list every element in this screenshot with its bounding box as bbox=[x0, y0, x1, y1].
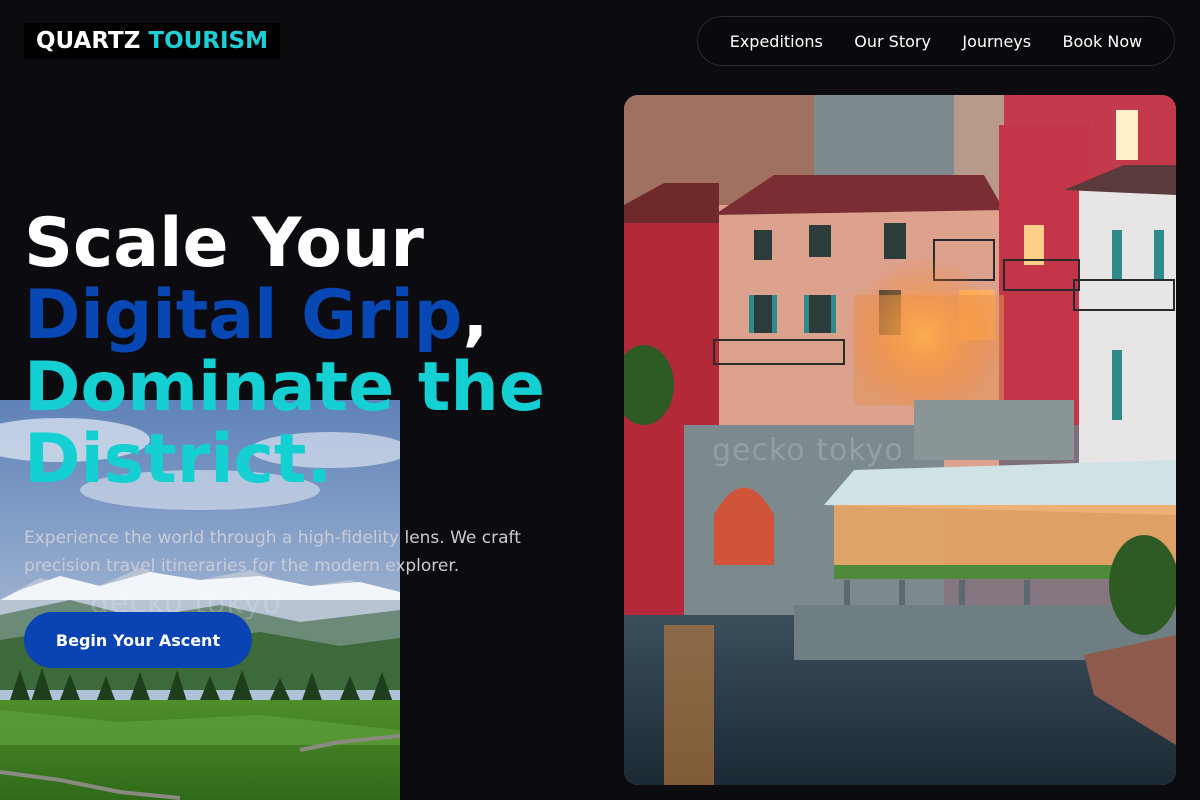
main-nav: Expeditions Our Story Journeys Book Now bbox=[697, 16, 1175, 66]
headline-line-2: Digital Grip bbox=[24, 276, 463, 355]
begin-ascent-button[interactable]: Begin Your Ascent bbox=[24, 612, 252, 668]
hero-headline: Scale Your Digital Grip, Dominate the Di… bbox=[24, 208, 545, 496]
brand-word-quartz: QUARTZ bbox=[36, 28, 141, 54]
nav-item-expeditions[interactable]: Expeditions bbox=[730, 32, 823, 51]
headline-line-4: District. bbox=[24, 420, 333, 499]
nav-item-journeys[interactable]: Journeys bbox=[962, 32, 1031, 51]
brand-word-tourism: TOURISM bbox=[148, 28, 269, 54]
nav-item-our-story[interactable]: Our Story bbox=[854, 32, 931, 51]
landing-page: gecko tokyo QUARTZ TOURISM Expeditions O… bbox=[0, 0, 1200, 800]
brand-logo[interactable]: QUARTZ TOURISM bbox=[24, 23, 281, 59]
nav-item-book-now[interactable]: Book Now bbox=[1063, 32, 1143, 51]
village-photo: gecko tokyo bbox=[624, 95, 1176, 785]
headline-line-1: Scale Your bbox=[24, 204, 424, 283]
headline-comma: , bbox=[462, 276, 489, 355]
hero-description: Experience the world through a high-fide… bbox=[24, 528, 521, 576]
headline-line-3: Dominate the bbox=[24, 348, 545, 427]
